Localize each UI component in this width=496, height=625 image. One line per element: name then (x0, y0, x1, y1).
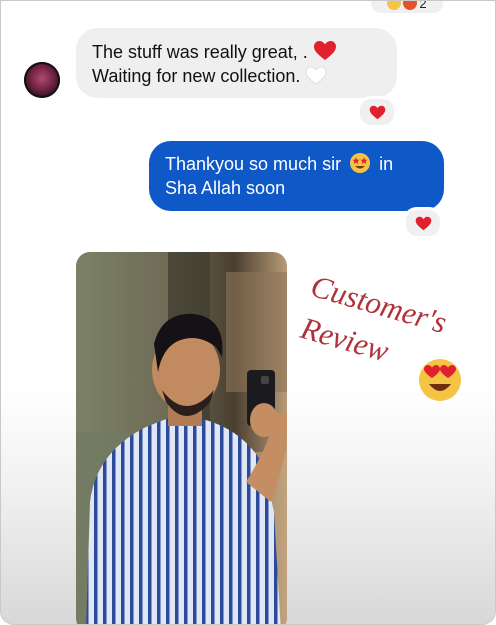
white-heart-icon (306, 66, 327, 85)
message-text-end: in (379, 154, 394, 174)
customer-photo-image (76, 252, 287, 624)
emoji-icon (403, 1, 418, 10)
heart-eyes-emoji-icon (419, 359, 461, 401)
red-heart-icon (313, 41, 336, 60)
heart-icon (415, 216, 431, 230)
customer-review-text: Customer's Review (296, 268, 450, 368)
thumbs-emoji-icon (387, 1, 402, 10)
message-text: Thankyou so much sir (165, 154, 342, 174)
story-frame: 2 The stuff was really great, . Waiting … (0, 0, 496, 625)
heart-reaction-outgoing[interactable] (403, 207, 443, 239)
heart-icon (369, 105, 385, 119)
customer-photo[interactable] (76, 252, 287, 624)
heart-reaction-incoming[interactable] (357, 96, 397, 128)
customer-review-sticker[interactable]: Customer's Review (296, 259, 495, 409)
avatar[interactable] (24, 62, 60, 98)
message-text: The stuff was really great, . (92, 42, 308, 62)
message-text: Sha Allah soon (165, 178, 286, 198)
message-bubble-outgoing[interactable]: Thankyou so much sir in Sha Allah soon (149, 141, 444, 211)
reaction-count: 2 (419, 0, 427, 11)
message-text: Waiting for new collection. (92, 66, 301, 86)
star-struck-emoji-icon (350, 153, 371, 173)
message-bubble-incoming[interactable]: The stuff was really great, . Waiting fo… (76, 28, 397, 98)
top-reaction-pill[interactable]: 2 (369, 0, 445, 15)
